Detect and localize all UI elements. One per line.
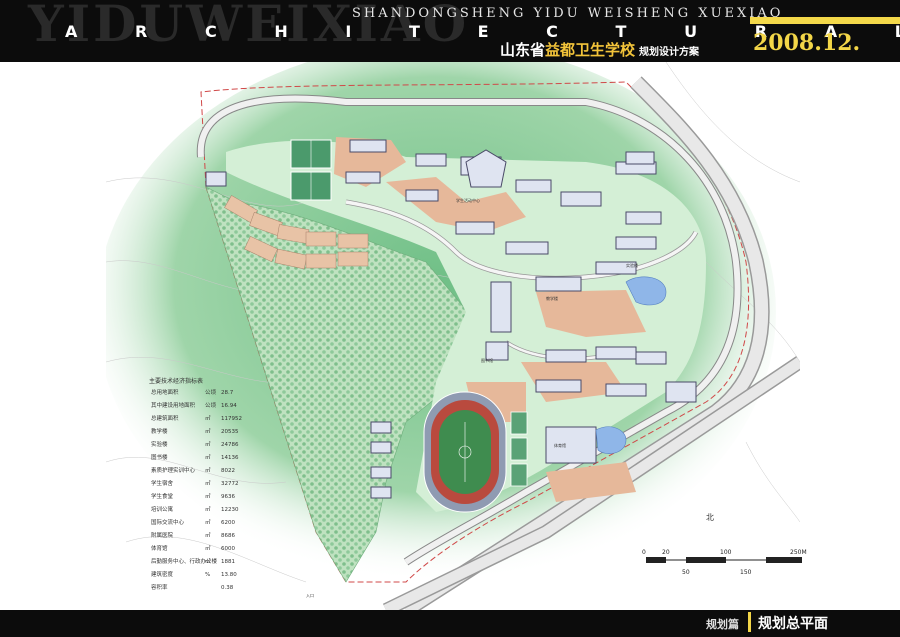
indicator-unit: ㎡ (205, 520, 211, 526)
indicator-table-title: 主要技术经济指标表 (149, 378, 204, 385)
indicator-row: 体育馆 ㎡ 6000 (151, 544, 235, 552)
scale-tick-150: 150 (740, 569, 752, 576)
indicator-value: 28.7 (221, 390, 234, 396)
athletics-stadium (423, 391, 507, 513)
svg-text:体育馆: 体育馆 (554, 442, 566, 448)
indicator-row: 学生宿舍 ㎡ 32772 (151, 479, 239, 487)
indicator-row: 实验楼 ㎡ 24786 (151, 440, 239, 448)
scale-tick-250: 250M (790, 549, 807, 556)
indicator-label: 学生宿舍 (151, 481, 174, 487)
scale-bar: 0 20 100 250M 50 150 (642, 549, 807, 576)
indicator-label: 国际交流中心 (151, 520, 185, 526)
svg-text:教学楼: 教学楼 (546, 295, 558, 301)
north-arrow-label: 北 (706, 513, 714, 522)
indicator-row: 教学楼 ㎡ 20535 (151, 427, 239, 435)
date-label: 2008.12. (753, 30, 861, 56)
architectural-letter: H (274, 22, 288, 41)
scale-tick-20: 20 (662, 549, 670, 556)
indicator-value: 16.94 (221, 403, 237, 409)
indicator-label: 总建筑面积 (151, 416, 179, 422)
indicator-unit: ㎡ (205, 494, 211, 500)
indicator-row: 其中建设用地面积 公顷 16.94 (151, 401, 237, 409)
indicator-label: 教学楼 (151, 429, 168, 435)
indicator-value: 8022 (221, 468, 235, 474)
indicator-unit: ㎡ (205, 546, 211, 552)
indicator-label: 图书楼 (151, 455, 168, 461)
subtitle-english: SHANDONGSHENG YIDU WEISHENG XUEXIAO (352, 6, 784, 21)
svg-text:实验楼: 实验楼 (626, 262, 638, 268)
indicator-label: 学生食堂 (151, 494, 174, 500)
indicator-unit: ㎡ (205, 455, 211, 461)
indicator-value: 20535 (221, 429, 239, 435)
indicator-row: 建筑密度% 13.80 (151, 570, 237, 578)
indicator-label: 培训公寓 (151, 507, 174, 513)
indicator-row: 后勤服务中心、行政办公楼㎡ 1881 (151, 557, 235, 565)
indicator-unit: 公顷 (205, 390, 217, 396)
indicator-row: 附属医院 ㎡ 8686 (151, 531, 235, 539)
indicator-value: 24786 (221, 442, 239, 448)
architectural-letter: L (894, 22, 900, 41)
svg-text:学生活动中心: 学生活动中心 (456, 197, 480, 203)
indicator-row: 素质护理实训中心 ㎡ 8022 (151, 466, 235, 474)
indicator-value: 6000 (221, 546, 235, 552)
indicator-unit: ㎡ (205, 442, 211, 448)
indicator-row: 容积率 0.38 (151, 583, 233, 591)
header-banner: YIDUWEIXIAO SHANDONGSHENG YIDU WEISHENG … (0, 0, 900, 62)
indicator-unit: ㎡ (205, 416, 211, 422)
indicator-label: 建筑密度 (151, 572, 174, 578)
indicator-label: 容积率 (151, 585, 168, 591)
indicator-unit: % (205, 572, 211, 578)
indicator-unit: ㎡ (205, 533, 211, 539)
architectural-letter: R (135, 22, 148, 41)
footer-section-label: 规划篇 (706, 618, 739, 631)
indicator-value: 6200 (221, 520, 235, 526)
architectural-letter: I (345, 22, 352, 41)
indicator-value: 117952 (221, 416, 242, 422)
title-school-name: 益都卫生学校 (545, 41, 636, 59)
site-plan-map: 学生活动中心 教学楼 体育馆 图书馆 实验楼 入口 (106, 62, 800, 610)
indicator-label: 总用地面积 (151, 390, 179, 396)
indicator-value: 0.38 (221, 585, 234, 591)
scale-tick-0: 0 (642, 549, 646, 556)
footer-accent (748, 612, 751, 632)
indicator-row: 国际交流中心 ㎡ 6200 (151, 518, 235, 526)
indicator-value: 9636 (221, 494, 235, 500)
indicator-unit: ㎡ (205, 507, 211, 513)
indicator-value: 12230 (221, 507, 239, 513)
indicator-value: 13.80 (221, 572, 237, 578)
title-prefix: 山东省 (500, 41, 546, 59)
indicator-label: 其中建设用地面积 (151, 403, 196, 409)
indicator-label: 附属医院 (151, 533, 174, 539)
title-suffix: 规划设计方案 (639, 47, 700, 58)
indicator-value: 1881 (221, 559, 235, 565)
indicator-label: 后勤服务中心、行政办公楼 (151, 559, 218, 565)
indicator-row: 学生食堂 ㎡ 9636 (151, 492, 235, 500)
svg-text:图书馆: 图书馆 (481, 357, 493, 363)
indicator-row: 培训公寓 ㎡ 12230 (151, 505, 239, 513)
architectural-letter: T (409, 22, 420, 41)
indicator-row: 总用地面积 公顷 28.7 (151, 388, 233, 396)
svg-text:入口: 入口 (306, 593, 314, 598)
indicator-unit: ㎡ (205, 481, 211, 487)
indicator-unit: 公顷 (205, 403, 217, 409)
basketball-courts (510, 411, 528, 487)
indicator-row: 总建筑面积 ㎡ 117952 (151, 414, 242, 422)
footer-sheet-title: 规划总平面 (758, 616, 828, 632)
indicator-row: 图书楼 ㎡ 14136 (151, 453, 239, 461)
indicator-value: 8686 (221, 533, 235, 539)
scale-tick-50: 50 (682, 569, 690, 576)
indicator-value: 32772 (221, 481, 239, 487)
chinese-title: 山东省益都卫生学校 规划设计方案 (500, 39, 699, 60)
indicator-label: 体育馆 (151, 546, 168, 552)
indicator-label: 素质护理实训中心 (151, 468, 196, 474)
indicator-unit: ㎡ (205, 429, 211, 435)
architectural-letter: E (477, 22, 489, 41)
indicator-label: 实验楼 (151, 442, 168, 448)
indicator-unit: ㎡ (205, 559, 211, 565)
architectural-letter: A (65, 22, 78, 41)
scale-tick-100: 100 (720, 549, 732, 556)
indicator-value: 14136 (221, 455, 239, 461)
indicator-unit: ㎡ (205, 468, 211, 474)
architectural-letter: C (205, 22, 217, 41)
